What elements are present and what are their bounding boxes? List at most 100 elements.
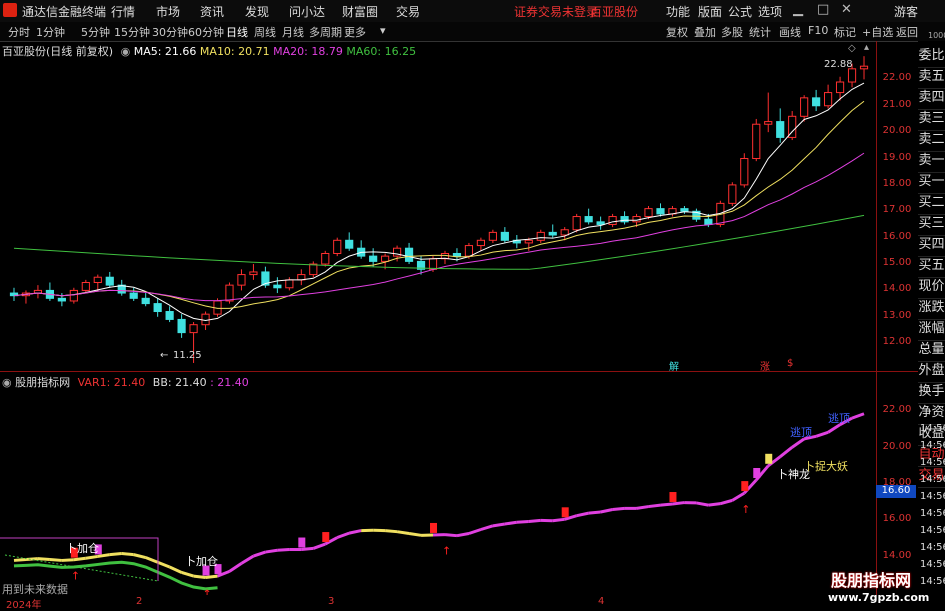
diamond-icon[interactable]: ◇ bbox=[848, 43, 856, 54]
side-item[interactable]: 买二 bbox=[918, 192, 945, 215]
side-item[interactable]: 买五 bbox=[918, 255, 945, 278]
menu-caifuquan[interactable]: 财富圈 bbox=[342, 3, 378, 20]
indicator-pane[interactable]: ↑↑↑↑ ◉ 股朋指标网 VAR1: 21.40 BB: 21.40 : 21.… bbox=[0, 373, 876, 595]
indicator-y-tick: 20.00 bbox=[877, 441, 917, 452]
candle-body bbox=[453, 253, 460, 256]
menu-faxian[interactable]: 发现 bbox=[245, 3, 269, 20]
minimize-icon[interactable]: ▁ bbox=[793, 2, 803, 17]
candle-body bbox=[489, 232, 496, 240]
side-item[interactable]: 卖三 bbox=[918, 108, 945, 131]
maximize-icon[interactable]: □ bbox=[817, 2, 829, 17]
btn-diejia[interactable]: 叠加 bbox=[694, 24, 716, 40]
btn-tongji[interactable]: 统计 bbox=[749, 24, 771, 40]
period-daily[interactable]: 日线 bbox=[226, 24, 248, 40]
menu-wenxiaoda[interactable]: 问小达 bbox=[289, 3, 325, 20]
btn-huaxian[interactable]: 画线 bbox=[779, 24, 801, 40]
indicator-name[interactable]: 股朋指标网 bbox=[15, 376, 70, 389]
x-axis: 2024年 2 3 4 bbox=[0, 595, 918, 609]
ma20-label: MA20: 18.79 bbox=[273, 45, 343, 58]
indicator-settings-icon[interactable]: ◉ bbox=[2, 376, 12, 389]
side-item[interactable]: 外盘 bbox=[918, 360, 945, 383]
candle-body bbox=[465, 246, 472, 257]
period-fenshi[interactable]: 分时 bbox=[8, 24, 30, 40]
pane-divider[interactable] bbox=[0, 371, 918, 372]
side-item[interactable]: 卖一 bbox=[918, 150, 945, 173]
signal-block bbox=[322, 532, 329, 542]
candle-body bbox=[370, 256, 377, 261]
period-15min[interactable]: 15分钟 bbox=[114, 24, 150, 40]
bb-line-segment bbox=[672, 503, 684, 504]
side-item[interactable]: 买一 bbox=[918, 171, 945, 194]
main-kline-pane[interactable]: 百亚股份(日线 前复权) ◉ MA5: 21.66 MA10: 20.71 MA… bbox=[0, 41, 876, 371]
indicator-chart[interactable]: ↑↑↑↑ bbox=[0, 373, 876, 595]
trade-login-warning[interactable]: 证券交易未登录 bbox=[514, 3, 598, 20]
menu-banmian[interactable]: 版面 bbox=[698, 3, 722, 20]
candle-body bbox=[154, 304, 161, 312]
period-30min[interactable]: 30分钟 bbox=[152, 24, 188, 40]
side-item[interactable]: 卖四 bbox=[918, 87, 945, 110]
side-item[interactable]: 卖二 bbox=[918, 129, 945, 152]
period-60min[interactable]: 60分钟 bbox=[188, 24, 224, 40]
close-icon[interactable]: ✕ bbox=[841, 2, 852, 17]
side-item[interactable]: 涨幅 bbox=[918, 318, 945, 341]
stock-header: 百亚股份(日线 前复权) bbox=[2, 45, 113, 58]
main-legend: 百亚股份(日线 前复权) ◉ MA5: 21.66 MA10: 20.71 MA… bbox=[2, 43, 416, 59]
menu-zixun[interactable]: 资讯 bbox=[200, 3, 224, 20]
ma60-label: MA60: 16.25 bbox=[346, 45, 416, 58]
more-chevron-icon[interactable]: ▾ bbox=[380, 24, 386, 37]
candle-body bbox=[645, 209, 652, 217]
bb-line-segment bbox=[122, 554, 134, 555]
menu-jiaoyi[interactable]: 交易 bbox=[396, 3, 420, 20]
y-tick-label: 17.00 bbox=[877, 204, 917, 215]
indicator-y-tick: 16.00 bbox=[877, 513, 917, 524]
candle-body bbox=[94, 277, 101, 282]
side-item[interactable]: 涨跌 bbox=[918, 297, 945, 320]
menu-xuanxiang[interactable]: 选项 bbox=[758, 3, 782, 20]
low-arrow-icon: ← bbox=[160, 350, 168, 361]
annotation-taoding-2: 逃顶 bbox=[828, 410, 850, 426]
bb-line-segment bbox=[134, 555, 146, 558]
guest-label[interactable]: 游客 bbox=[894, 3, 918, 20]
kline-chart[interactable] bbox=[0, 41, 876, 371]
period-weekly[interactable]: 周线 bbox=[254, 24, 276, 40]
period-more[interactable]: 更多 bbox=[344, 24, 366, 40]
btn-duogu[interactable]: 多股 bbox=[721, 24, 743, 40]
scroll-up-icon[interactable]: ▴ bbox=[864, 42, 869, 53]
period-monthly[interactable]: 月线 bbox=[282, 24, 304, 40]
side-item[interactable]: 买三 bbox=[918, 213, 945, 236]
settings-dot-icon[interactable]: ◉ bbox=[121, 45, 131, 58]
bb-line-segment bbox=[146, 558, 158, 563]
side-item[interactable]: 现价 bbox=[918, 276, 945, 299]
menu-shichang[interactable]: 市场 bbox=[156, 3, 180, 20]
signal-block bbox=[430, 523, 437, 533]
buy-arrow-icon: ↑ bbox=[71, 570, 80, 583]
bb-line-segment bbox=[301, 548, 313, 549]
btn-fuquan[interactable]: 复权 bbox=[666, 24, 688, 40]
candle-body bbox=[82, 283, 89, 291]
bb-line-segment bbox=[792, 439, 804, 447]
period-multi[interactable]: 多周期 bbox=[309, 24, 342, 40]
bb-line-segment bbox=[637, 507, 649, 509]
side-item[interactable]: 净资 bbox=[918, 402, 945, 425]
side-item[interactable]: 总量 bbox=[918, 339, 945, 362]
side-item[interactable]: 买四 bbox=[918, 234, 945, 257]
candle-body bbox=[70, 290, 77, 301]
btn-back[interactable]: 返回 bbox=[896, 24, 918, 40]
menu-gongneng[interactable]: 功能 bbox=[666, 3, 690, 20]
menu-gongshi[interactable]: 公式 bbox=[728, 3, 752, 20]
btn-biaoji[interactable]: 标记 bbox=[834, 24, 856, 40]
period-1min[interactable]: 1分钟 bbox=[36, 24, 65, 40]
side-item[interactable]: 卖五 bbox=[918, 66, 945, 89]
marker-dollar[interactable]: $ bbox=[787, 358, 793, 369]
menu-hangqing[interactable]: 行情 bbox=[111, 3, 135, 20]
btn-f10[interactable]: F10 bbox=[808, 24, 828, 37]
candle-body bbox=[765, 122, 772, 125]
side-item[interactable]: 换手 bbox=[918, 381, 945, 404]
bb-line-segment bbox=[158, 562, 170, 567]
btn-add-watchlist[interactable]: +自选 bbox=[862, 24, 893, 40]
side-item[interactable]: 委比 bbox=[918, 45, 945, 68]
ma60-line bbox=[14, 215, 864, 269]
candle-body bbox=[58, 298, 65, 301]
bb-line-segment bbox=[349, 531, 361, 534]
period-5min[interactable]: 5分钟 bbox=[81, 24, 110, 40]
